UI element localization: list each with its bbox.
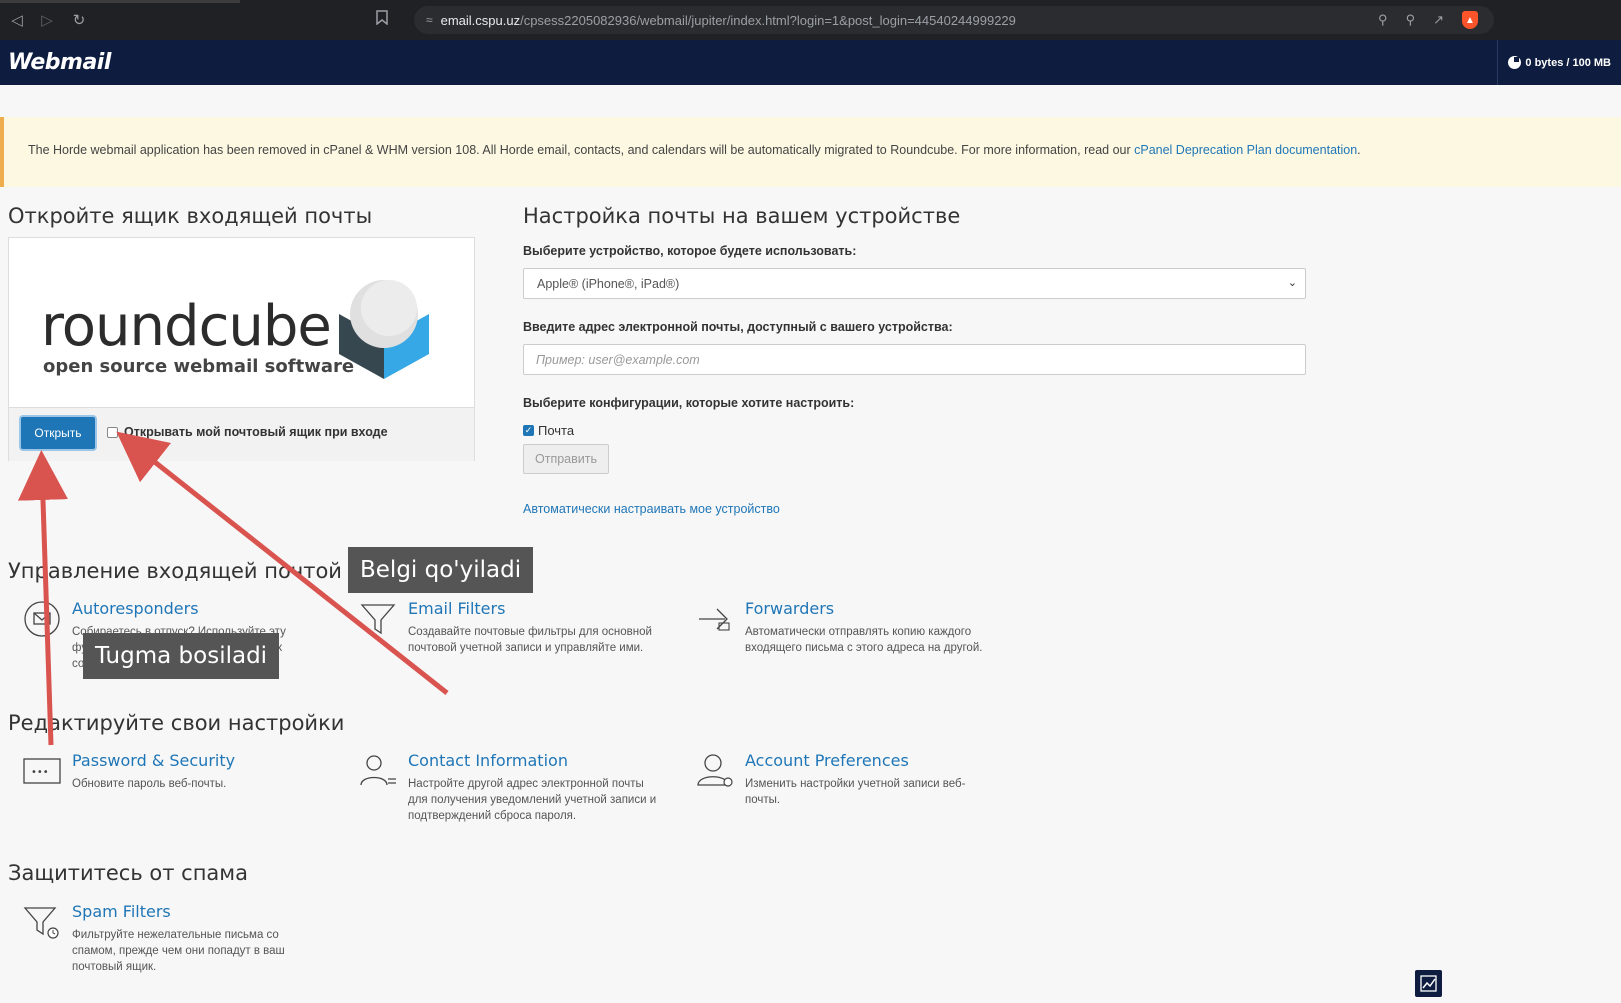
account-preferences-title[interactable]: Account Preferences: [745, 751, 909, 770]
contact-information-desc: Настройте другой адрес электронной почты…: [408, 778, 657, 822]
svg-text:•••: •••: [31, 767, 49, 778]
forwarders-item[interactable]: Forwarders Автоматически отправлять копи…: [695, 599, 995, 659]
horde-deprecation-notice: The Horde webmail application has been r…: [0, 117, 1621, 187]
bookmark-icon[interactable]: [376, 10, 394, 30]
spam-filters-item[interactable]: Spam Filters Фильтруйте нежелательные пи…: [22, 902, 322, 973]
mail-checkbox-checked[interactable]: ✓: [523, 425, 534, 436]
pie-chart-icon: [1508, 56, 1522, 69]
spam-heading: Защититесь от спама: [8, 861, 249, 885]
roundcube-tagline: open source webmail software: [43, 356, 355, 377]
back-icon[interactable]: ◁: [2, 0, 32, 40]
auto-open-checkbox[interactable]: [107, 426, 118, 438]
chevron-down-icon: ⌄: [1287, 277, 1297, 289]
email-label: Введите адрес электронной почты, доступн…: [523, 320, 953, 334]
webmail-header: Webmail 0 bytes / 100 MB: [0, 40, 1621, 85]
auto-open-label: Открывать мой почтовый ящик при входе: [124, 425, 388, 439]
contact-information-item[interactable]: Contact Information Настройте другой адр…: [358, 751, 668, 822]
auto-configure-link[interactable]: Автоматически настраивать мое устройство: [523, 502, 780, 516]
device-select-label: Выберите устройство, которое будете испо…: [523, 244, 857, 258]
address-actions: ⚲ ⚲ ↗ ▲: [1378, 6, 1478, 34]
inbox-heading: Откройте ящик входящей почты: [8, 204, 373, 228]
roundcube-wordmark: roundcube: [41, 294, 332, 359]
key-icon[interactable]: ⚲: [1378, 12, 1388, 28]
password-icon: •••: [23, 758, 61, 784]
config-label: Выберите конфигурации, которые хотите на…: [523, 396, 855, 410]
roundcube-card-footer: Открыть Открывать мой почтовый ящик при …: [9, 408, 474, 461]
webmail-logo[interactable]: Webmail: [8, 50, 111, 75]
forwarders-title[interactable]: Forwarders: [745, 599, 834, 618]
settings-heading: Редактируйте свои настройки: [8, 711, 345, 735]
zoom-icon[interactable]: ⚲: [1406, 12, 1416, 28]
contact-information-title[interactable]: Contact Information: [408, 751, 568, 770]
roundcube-card: roundcube open source webmail software О…: [8, 237, 475, 461]
notice-text: The Horde webmail application has been r…: [28, 143, 1135, 157]
forwarders-desc: Автоматически отправлять копию каждого в…: [745, 626, 983, 654]
url-path: /cpsess2205082936/webmail/jupiter/index.…: [520, 12, 1016, 28]
email-filters-item[interactable]: Email Filters Создавайте почтовые фильтр…: [358, 599, 658, 659]
device-heading: Настройка почты на вашем устройстве: [523, 204, 961, 228]
checkbox-annotation: Belgi qo'yiladi: [348, 547, 534, 593]
reload-icon[interactable]: ↻: [64, 0, 94, 40]
autoresponders-title[interactable]: Autoresponders: [72, 599, 199, 618]
spam-filters-desc: Фильтруйте нежелательные письма со спамо…: [72, 929, 285, 973]
site-settings-icon[interactable]: ≈: [426, 13, 433, 27]
forward-icon[interactable]: ▷: [32, 0, 62, 40]
disk-quota: 0 bytes / 100 MB: [1497, 40, 1621, 85]
url-host: email.cspu.uz: [440, 12, 521, 28]
roundcube-cube-icon: [339, 280, 429, 379]
device-select[interactable]: Apple® (iPhone®, iPad®) ⌄: [523, 268, 1306, 299]
spam-filter-icon: [23, 907, 59, 939]
mail-option-label: Почта: [538, 423, 575, 438]
autoresponder-icon: [24, 601, 60, 637]
mail-config-option[interactable]: ✓ Почта: [523, 423, 574, 438]
account-preferences-icon: [697, 754, 733, 787]
brave-shield-icon[interactable]: ▲: [1462, 11, 1478, 29]
deprecation-plan-link[interactable]: cPanel Deprecation Plan documentation: [1134, 143, 1357, 157]
share-icon[interactable]: ↗: [1433, 12, 1444, 28]
password-security-title[interactable]: Password & Security: [72, 751, 235, 770]
contact-icon: [360, 755, 396, 786]
spam-filters-title[interactable]: Spam Filters: [72, 902, 171, 921]
manage-heading: Управление входящей почтой: [8, 559, 342, 583]
open-button[interactable]: Открыть: [21, 417, 95, 449]
notice-end: .: [1357, 143, 1361, 157]
button-annotation: Tugma bosiladi: [83, 633, 280, 679]
password-security-desc: Обновите пароль веб-почты.: [72, 778, 227, 790]
email-filters-title[interactable]: Email Filters: [408, 599, 505, 618]
device-email-input[interactable]: Пример: user@example.com: [523, 344, 1306, 375]
address-bar[interactable]: ≈ email.cspu.uz/cpsess2205082936/webmail…: [414, 6, 1494, 34]
stats-chart-icon[interactable]: [1415, 970, 1442, 997]
quota-text: 0 bytes / 100 MB: [1525, 56, 1611, 69]
device-select-value: Apple® (iPhone®, iPad®): [537, 277, 680, 291]
account-preferences-item[interactable]: Account Preferences Изменить настройки у…: [695, 751, 995, 811]
browser-toolbar: ◁ ▷ ↻ ≈ email.cspu.uz/cpsess2205082936/w…: [0, 0, 1621, 40]
send-button[interactable]: Отправить: [523, 444, 609, 474]
password-security-item[interactable]: ••• Password & Security Обновите пароль …: [22, 751, 322, 801]
email-filters-desc: Создавайте почтовые фильтры для основной…: [408, 626, 652, 654]
filter-icon: [360, 604, 396, 635]
account-preferences-desc: Изменить настройки учетной записи веб-по…: [745, 778, 966, 806]
auto-open-checkbox-row[interactable]: Открывать мой почтовый ящик при входе: [107, 425, 388, 439]
roundcube-logo[interactable]: roundcube open source webmail software: [9, 238, 474, 408]
forward-mail-icon: [699, 608, 730, 631]
